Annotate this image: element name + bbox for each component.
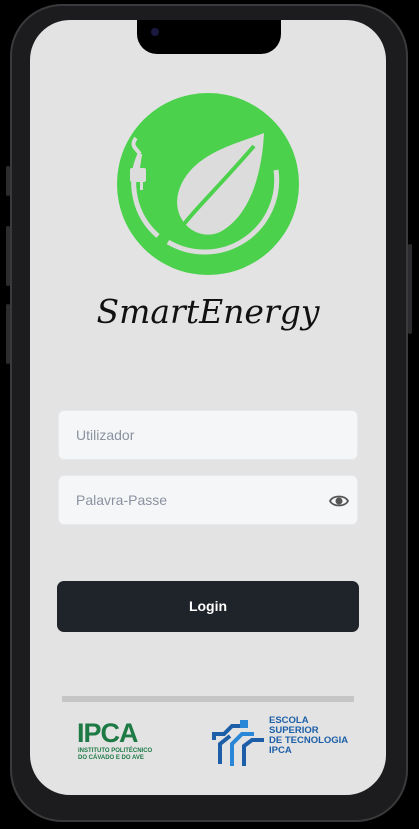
estg-logo: ESCOLA SUPERIOR DE TECNOLOGIA IPCA xyxy=(210,714,360,770)
password-input[interactable] xyxy=(59,476,309,524)
app-title: SmartEnergy xyxy=(96,292,320,331)
smartenergy-logo xyxy=(117,93,299,275)
footer-divider xyxy=(62,696,354,702)
silent-switch xyxy=(6,166,10,196)
ipca-logo: IPCA INSTITUTO POLITÉCNICO DO CÁVADO E D… xyxy=(76,720,160,766)
ipca-logo-word: IPCA xyxy=(77,718,139,748)
ipca-logo-line1: INSTITUTO POLITÉCNICO xyxy=(78,748,153,754)
volume-up-button xyxy=(6,226,10,286)
username-input[interactable] xyxy=(59,411,309,459)
power-button xyxy=(408,244,412,334)
front-camera xyxy=(151,28,159,36)
estg-logo-line4: IPCA xyxy=(269,745,292,756)
phone-notch xyxy=(137,20,281,54)
volume-down-button xyxy=(6,304,10,364)
app-screen: SmartEnergy Login IPCA INSTITUTO POLITÉC… xyxy=(30,20,386,795)
password-field[interactable] xyxy=(58,475,358,525)
estg-logo-mark xyxy=(212,720,264,766)
login-button[interactable]: Login xyxy=(57,581,359,632)
eye-icon[interactable] xyxy=(329,491,349,511)
username-field[interactable] xyxy=(58,410,358,460)
ipca-logo-line2: DO CÁVADO E DO AVE xyxy=(78,755,144,761)
